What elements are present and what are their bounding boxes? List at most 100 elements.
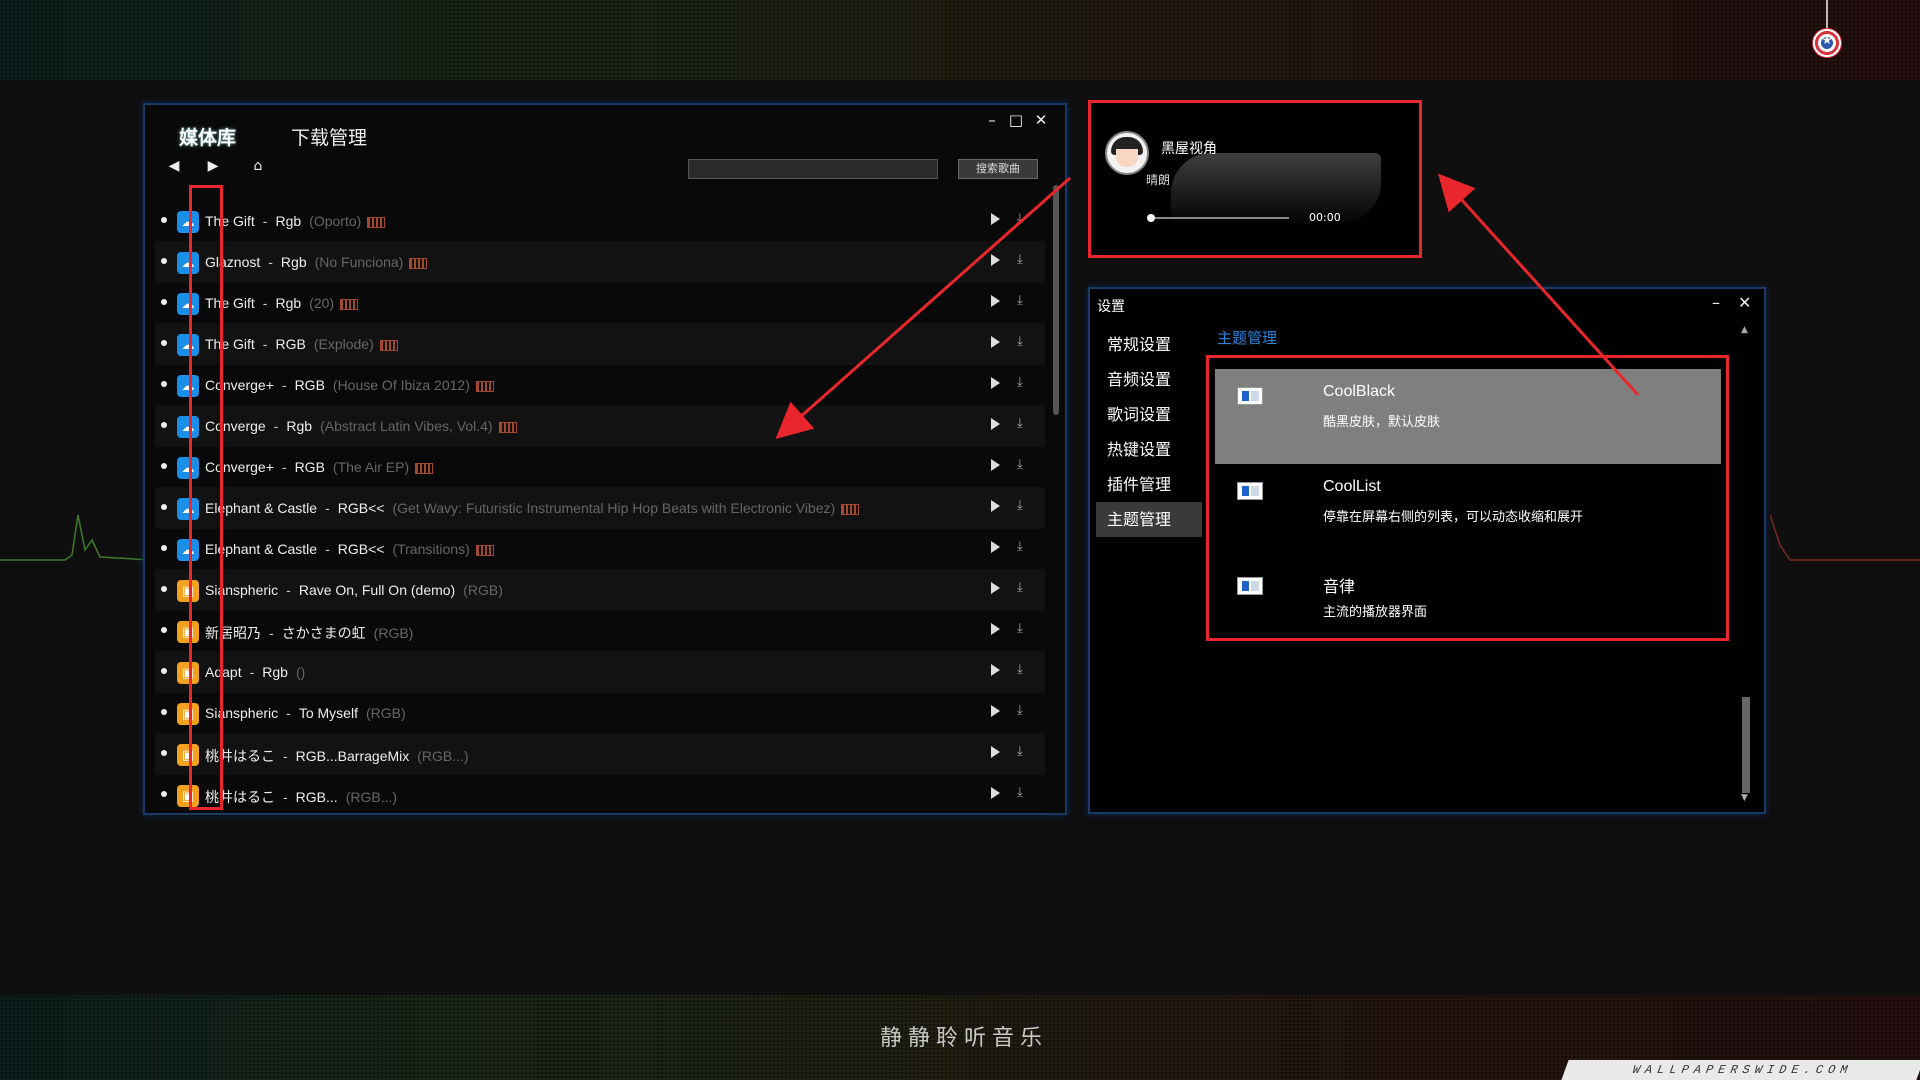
maximize-button[interactable]: □: [1007, 111, 1025, 129]
download-icon[interactable]: ⤓: [1017, 621, 1023, 636]
song-name: さかさまの虹: [281, 625, 366, 641]
settings-scrollbar[interactable]: [1742, 697, 1750, 793]
download-icon[interactable]: ⤓: [1017, 539, 1023, 554]
play-icon[interactable]: [991, 787, 1000, 799]
song-row[interactable]: ☁ Converge - Rgb (Abstract Latin Vibes, Vol.…: [155, 406, 1045, 447]
avatar[interactable]: [1105, 131, 1149, 175]
bottom-logo: 静静聆听音乐: [880, 1026, 1049, 1051]
download-icon[interactable]: ⤓: [1017, 252, 1023, 267]
song-title: Elephant & Castle - RGB<< (Get Wavy: Futuri…: [205, 500, 860, 516]
song-row[interactable]: ☁ The Gift - Rgb (20) ⤓: [155, 283, 1045, 324]
tab-download-manager[interactable]: 下载管理: [291, 123, 367, 150]
song-name: RGB<<: [337, 500, 385, 516]
scroll-up-arrow-icon[interactable]: ▲: [1741, 325, 1748, 335]
separator: -: [325, 500, 330, 516]
menu-item[interactable]: 歌词设置: [1096, 397, 1202, 432]
song-title: Sianspheric - To Myself (RGB): [205, 705, 406, 721]
play-icon[interactable]: [991, 336, 1000, 348]
song-row[interactable]: ▣ Adapt - Rgb() ⤓: [155, 652, 1045, 693]
play-icon[interactable]: [991, 664, 1000, 676]
menu-item[interactable]: 插件管理: [1096, 467, 1202, 502]
song-name: Rgb: [275, 295, 302, 311]
song-list-scrollbar[interactable]: [1053, 185, 1059, 415]
song-title: The Gift - Rgb (Oporto): [205, 213, 386, 229]
song-row[interactable]: ☁ Converge+ - RGB (House Of Ibiza 2012) ⤓: [155, 365, 1045, 406]
download-icon[interactable]: ⤓: [1017, 580, 1023, 595]
song-row[interactable]: ☁ The Gift - RGB (Explode) ⤓: [155, 324, 1045, 365]
song-album: (Get Wavy: Futuristic Instrumental Hip H…: [392, 500, 836, 516]
song-list: ☁ The Gift - Rgb (Oporto) ⤓ ☁ Glaznost - Rgb (No F…: [155, 201, 1045, 816]
section-title: 主题管理: [1217, 329, 1278, 347]
media-library-window: 媒体库 下载管理 – □ ✕ ◀ ▶ ⌂ 搜索歌曲 ☁ The Gift - Rgb(…: [143, 103, 1067, 816]
play-icon[interactable]: [991, 541, 1000, 553]
song-album: (RGB): [463, 582, 503, 598]
song-name: RGB...: [295, 789, 338, 805]
menu-item[interactable]: 音频设置: [1096, 362, 1202, 397]
download-icon[interactable]: ⤓: [1017, 744, 1023, 759]
download-icon[interactable]: ⤓: [1017, 703, 1023, 718]
quality-tag-icon: [841, 503, 860, 515]
bullet-icon: [161, 504, 167, 510]
back-arrow-icon[interactable]: ◀: [165, 157, 183, 175]
song-row[interactable]: ☁ Elephant & Castle - RGB<< (Transitions) ⤓: [155, 529, 1045, 570]
song-row[interactable]: ▣ 新居昭乃 - さかさまの虹 (RGB) ⤓: [155, 611, 1045, 652]
settings-minimize-button[interactable]: –: [1712, 293, 1720, 312]
home-icon[interactable]: ⌂: [249, 157, 267, 175]
song-row[interactable]: ☁ Elephant & Castle - RGB<< (Get Wavy: Futur…: [155, 488, 1045, 529]
tab-media-library[interactable]: 媒体库: [179, 123, 236, 150]
song-row[interactable]: ▣ 桃井はるこ - RGB...BarrageMix (RGB...) ⤓: [155, 734, 1045, 775]
menu-item[interactable]: 热键设置: [1096, 432, 1202, 467]
song-row[interactable]: ▣ Sianspheric - To Myself (RGB) ⤓: [155, 693, 1045, 734]
download-icon[interactable]: ⤓: [1017, 334, 1023, 349]
download-icon[interactable]: ⤓: [1017, 457, 1023, 472]
separator: -: [268, 254, 273, 270]
download-icon[interactable]: ⤓: [1017, 293, 1023, 308]
forward-arrow-icon[interactable]: ▶: [204, 157, 222, 175]
close-button[interactable]: ✕: [1032, 111, 1050, 129]
download-icon[interactable]: ⤓: [1017, 662, 1023, 677]
minimize-button[interactable]: –: [983, 111, 1001, 129]
song-row[interactable]: ☁ Converge+ - RGB (The Air EP) ⤓: [155, 447, 1045, 488]
search-button[interactable]: 搜索歌曲: [958, 159, 1038, 179]
download-icon[interactable]: ⤓: [1017, 375, 1023, 390]
song-title: The Gift - Rgb (20): [205, 295, 359, 311]
song-name: RGB: [294, 377, 325, 393]
song-row[interactable]: ☁ Glaznost - Rgb (No Funciona) ⤓: [155, 242, 1045, 283]
song-title: Converge+ - RGB (The Air EP): [205, 459, 434, 475]
play-icon[interactable]: [991, 582, 1000, 594]
weather-status: 晴朗: [1146, 173, 1171, 187]
song-name: Rgb: [280, 254, 307, 270]
play-icon[interactable]: [991, 623, 1000, 635]
play-icon[interactable]: [991, 213, 1000, 225]
play-icon[interactable]: [991, 705, 1000, 717]
download-icon[interactable]: ⤓: [1017, 785, 1023, 800]
download-icon[interactable]: ⤓: [1017, 416, 1023, 431]
download-icon[interactable]: ⤓: [1017, 211, 1023, 226]
bullet-icon: [161, 791, 167, 797]
settings-close-button[interactable]: ✕: [1738, 293, 1751, 312]
progress-bar[interactable]: [1149, 217, 1289, 219]
song-title: Converge - Rgb (Abstract Latin Vibes, Vol.4…: [205, 418, 517, 434]
play-icon[interactable]: [991, 746, 1000, 758]
song-album: (RGB...): [345, 789, 398, 805]
song-album: (No Funciona): [314, 254, 404, 270]
play-icon[interactable]: [991, 500, 1000, 512]
separator: -: [283, 789, 288, 805]
play-icon[interactable]: [991, 295, 1000, 307]
play-icon[interactable]: [991, 459, 1000, 471]
song-row[interactable]: ▣ 桃井はるこ - RGB... (RGB...) ⤓: [155, 775, 1045, 816]
scroll-down-arrow-icon[interactable]: ▼: [1741, 793, 1748, 803]
song-row[interactable]: ▣ Sianspheric - Rave On, Full On (demo) (RGB…: [155, 570, 1045, 611]
search-input[interactable]: [688, 159, 938, 179]
progress-knob[interactable]: [1147, 214, 1155, 222]
play-icon[interactable]: [991, 418, 1000, 430]
separator: -: [286, 582, 291, 598]
play-icon[interactable]: [991, 254, 1000, 266]
song-row[interactable]: ☁ The Gift - Rgb (Oporto) ⤓: [155, 201, 1045, 242]
menu-item[interactable]: 主题管理: [1096, 502, 1202, 537]
captain-shield-icon: ★: [1812, 0, 1842, 58]
menu-item[interactable]: 常规设置: [1096, 327, 1202, 362]
song-name: RGB...BarrageMix: [295, 748, 410, 764]
download-icon[interactable]: ⤓: [1017, 498, 1023, 513]
play-icon[interactable]: [991, 377, 1000, 389]
